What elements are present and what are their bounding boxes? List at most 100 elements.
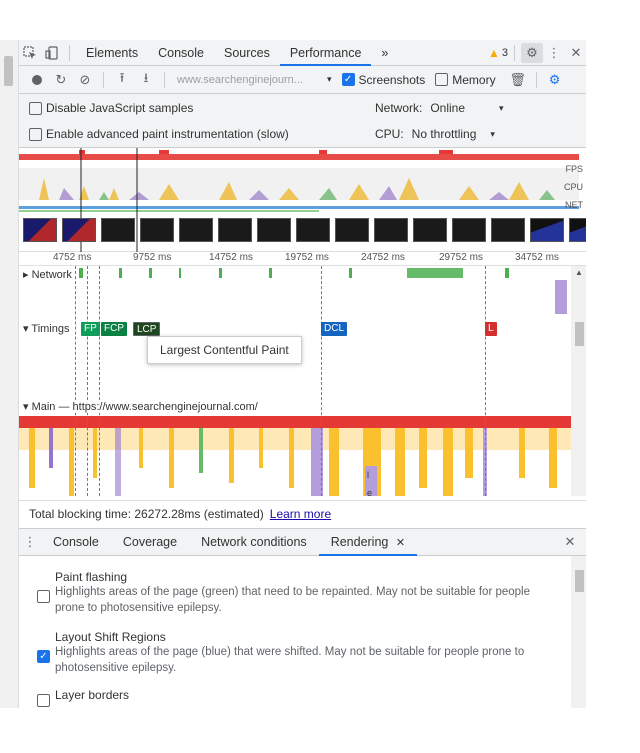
drawer-tab-network-conditions[interactable]: Network conditions [189, 529, 319, 556]
ruler-tick: 24752 ms [361, 252, 405, 263]
filmstrip-frame[interactable] [257, 218, 291, 242]
capture-settings-icon[interactable]: ⚙ [543, 68, 567, 92]
settings-gear-icon[interactable]: ⚙ [521, 42, 543, 63]
network-select[interactable]: Online [430, 101, 465, 115]
flame-chart-scrollbar[interactable]: ▲ [571, 266, 586, 496]
toolbar-separator [535, 71, 537, 88]
warnings-badge[interactable]: ▲ 3 [488, 46, 508, 60]
main-track-title: Main — https://www.searchenginejournal.c… [31, 401, 258, 413]
more-options-icon[interactable]: ⋮ [543, 43, 565, 63]
clear-icon[interactable]: ⊘ [73, 68, 97, 92]
drawer-tab-coverage[interactable]: Coverage [111, 529, 189, 556]
download-profile-icon[interactable]: ⭳ [134, 68, 158, 92]
tbt-text: Total blocking time: 26272.28ms (estimat… [29, 506, 264, 521]
chevron-down-icon[interactable]: ▾ [327, 74, 332, 85]
timing-mark-lcp[interactable]: LCP [133, 322, 161, 336]
drawer-tabbar: ⋮ Console Coverage Network conditions Re… [19, 528, 586, 556]
memory-label: Memory [452, 72, 496, 87]
inspect-element-icon[interactable] [19, 43, 41, 63]
filmstrip-frame[interactable] [179, 218, 213, 242]
rendering-scrollbar[interactable] [571, 556, 586, 708]
timing-mark-fp[interactable]: FP [81, 322, 100, 336]
ruler-tick: 29752 ms [439, 252, 483, 263]
filmstrip-frame[interactable] [296, 218, 330, 242]
scroll-up-icon[interactable]: ▲ [571, 268, 586, 277]
ruler-tick: 4752 ms [53, 252, 92, 263]
collect-garbage-icon[interactable]: 🗑 [506, 68, 530, 92]
outer-scrollbar-thumb[interactable] [4, 56, 13, 86]
filmstrip-frame[interactable] [218, 218, 252, 242]
close-tab-icon[interactable]: ✕ [396, 537, 405, 549]
close-devtools-icon[interactable]: ✕ [565, 43, 586, 63]
chevron-down-icon[interactable]: ▾ [499, 103, 504, 114]
network-track-label[interactable]: ▸ Network [23, 268, 72, 281]
disable-js-samples-label: Disable JavaScript samples [46, 101, 194, 115]
marker-line [485, 266, 486, 496]
record-icon[interactable] [25, 68, 49, 92]
layout-shift-checkbox[interactable]: ✓ [37, 650, 50, 663]
more-tabs-button[interactable]: » [371, 40, 398, 66]
filmstrip-frame[interactable] [530, 218, 564, 242]
main-track-label[interactable]: ▾ Main — https://www.searchenginejournal… [23, 400, 258, 413]
filmstrip-frame[interactable] [140, 218, 174, 242]
rendering-scroll-thumb[interactable] [575, 570, 584, 592]
filmstrip-frame[interactable] [374, 218, 408, 242]
filmstrip-frame[interactable] [452, 218, 486, 242]
cpu-throttle: CPU: No throttling ▾ [375, 124, 495, 144]
layer-borders-checkbox[interactable] [37, 694, 50, 707]
filmstrip-frame[interactable] [101, 218, 135, 242]
chevron-down-icon[interactable]: ▾ [23, 401, 32, 413]
disable-js-samples-option[interactable]: Disable JavaScript samples [29, 98, 193, 118]
memory-checkbox[interactable] [435, 73, 449, 86]
tab-console[interactable]: Console [148, 40, 214, 66]
timings-track-label[interactable]: ▾ Timings [23, 322, 70, 335]
memory-option[interactable]: Memory [435, 72, 496, 87]
screenshots-option[interactable]: ✓ Screenshots [341, 73, 425, 87]
timing-mark-fcp[interactable]: FCP [101, 322, 127, 336]
rendering-panel: Paint flashing Highlights areas of the p… [19, 556, 571, 708]
screenshots-checkbox[interactable]: ✓ [341, 73, 355, 86]
drawer-tab-rendering[interactable]: Rendering ✕ [318, 529, 418, 556]
cpu-select[interactable]: No throttling [412, 127, 477, 141]
timing-mark-load[interactable]: L [485, 322, 497, 336]
flame-chart[interactable]: l e ▸ Network ▾ Timings FP FCP LCP DCL L… [19, 266, 571, 496]
marker-line [99, 266, 100, 496]
advanced-paint-checkbox[interactable] [29, 127, 42, 141]
outer-scrollbar[interactable] [0, 40, 18, 708]
device-toolbar-icon[interactable] [41, 43, 63, 63]
filmstrip-frame[interactable] [335, 218, 369, 242]
reload-record-icon[interactable]: ↻ [49, 68, 73, 92]
upload-profile-icon[interactable]: ⭱ [110, 68, 134, 92]
filmstrip-frame[interactable] [23, 218, 57, 242]
tab-performance[interactable]: Performance [279, 40, 372, 66]
learn-more-link[interactable]: Learn more [270, 507, 331, 521]
close-drawer-icon[interactable]: ✕ [559, 532, 581, 552]
recording-select[interactable]: www.searchenginejourn... [171, 71, 321, 89]
warning-icon: ▲ [487, 45, 500, 60]
advanced-paint-option[interactable]: Enable advanced paint instrumentation (s… [29, 124, 289, 144]
tab-elements[interactable]: Elements [76, 40, 148, 66]
marker-line [87, 266, 88, 496]
filmstrip-frame[interactable] [569, 218, 586, 242]
filmstrip-frame[interactable] [62, 218, 96, 242]
chevron-right-icon[interactable]: ▸ [23, 269, 32, 281]
network-track-title: Network [31, 269, 72, 281]
layout-shift-option[interactable]: Layout Shift Regions Highlights areas of… [37, 630, 537, 676]
drawer-tab-rendering-label: Rendering [330, 534, 389, 549]
drawer-tab-console[interactable]: Console [41, 529, 111, 556]
filmstrip-frame[interactable] [413, 218, 447, 242]
toolbar-separator [103, 71, 104, 88]
chevron-down-icon[interactable]: ▾ [490, 129, 495, 140]
flame-chart-scroll-thumb[interactable] [575, 322, 584, 346]
flame-chart-graphics: l e [19, 268, 571, 496]
disable-js-samples-checkbox[interactable] [29, 101, 42, 115]
drawer-menu-icon[interactable]: ⋮ [19, 532, 41, 552]
layer-borders-option[interactable]: Layer borders [37, 688, 537, 707]
tab-sources[interactable]: Sources [214, 40, 280, 66]
layout-shift-title: Layout Shift Regions [55, 630, 166, 644]
timeline-overview[interactable]: FPS CPU NET [19, 148, 586, 252]
paint-flashing-option[interactable]: Paint flashing Highlights areas of the p… [37, 570, 537, 616]
filmstrip-frame[interactable] [491, 218, 525, 242]
timing-mark-dcl[interactable]: DCL [321, 322, 348, 336]
paint-flashing-checkbox[interactable] [37, 590, 50, 603]
